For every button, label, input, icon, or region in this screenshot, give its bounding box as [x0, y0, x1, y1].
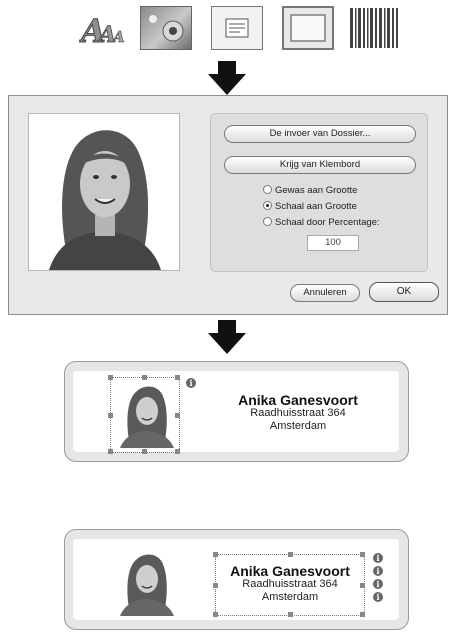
settings-icon[interactable]: i: [373, 592, 383, 602]
address-city: Amsterdam: [269, 420, 327, 432]
label-surface: i i i i Anika Ganesvoort Raadhuisstraat …: [73, 539, 399, 620]
document-tool-icon[interactable]: [211, 6, 263, 50]
radio-label: Schaal aan Grootte: [275, 201, 357, 212]
radio-button-icon: [263, 184, 272, 194]
address-text[interactable]: Anika Ganesvoort Raadhuisstraat 364 Amst…: [215, 563, 365, 604]
addressee-name: Anika Ganesvoort: [230, 563, 350, 579]
addressee-name: Anika Ganesvoort: [238, 392, 358, 408]
image-tool-icon[interactable]: [140, 6, 192, 50]
ok-button[interactable]: OK: [369, 282, 439, 302]
resize-handle[interactable]: [175, 449, 180, 454]
label-surface: i Anika Ganesvoort Raadhuisstraat 364 Am…: [73, 371, 399, 454]
radio-button-icon: [263, 216, 272, 226]
svg-text:A: A: [111, 28, 125, 46]
resize-handle[interactable]: [142, 375, 147, 380]
resize-handle[interactable]: [360, 612, 365, 617]
portrait-image[interactable]: [116, 550, 176, 616]
address-street: Raadhuisstraat 364: [242, 578, 338, 590]
resize-handle[interactable]: [288, 612, 293, 617]
resize-handle[interactable]: [108, 449, 113, 454]
cancel-button[interactable]: Annuleren: [290, 284, 360, 302]
photo-preview: [28, 113, 180, 271]
import-file-button[interactable]: De invoer van Dossier...: [224, 125, 416, 143]
barcode-tool-icon[interactable]: [348, 6, 400, 50]
resize-handle[interactable]: [175, 413, 180, 418]
percentage-input[interactable]: 100: [307, 235, 359, 251]
address-city: Amsterdam: [261, 591, 319, 603]
resize-handle[interactable]: [213, 612, 218, 617]
info-icon[interactable]: i: [373, 553, 383, 563]
address-text[interactable]: Anika Ganesvoort Raadhuisstraat 364 Amst…: [223, 392, 373, 433]
resize-handle[interactable]: [288, 552, 293, 557]
resize-handle[interactable]: [142, 449, 147, 454]
label-preview-photo-selected: i Anika Ganesvoort Raadhuisstraat 364 Am…: [64, 361, 409, 462]
resize-handle[interactable]: [108, 375, 113, 380]
image-import-dialog: De invoer van Dossier... Krijg van Klemb…: [8, 95, 448, 315]
text-tool-icon[interactable]: A A A: [78, 6, 131, 51]
edit-icon[interactable]: i: [373, 579, 383, 589]
tool-icon-row: A A A: [0, 6, 455, 52]
radio-scale-by-percentage[interactable]: Schaal door Percentage:: [263, 216, 380, 231]
radio-button-selected-icon: [263, 200, 272, 210]
resize-handle[interactable]: [175, 375, 180, 380]
radio-crop-to-size[interactable]: Gewas aan Grootte: [263, 184, 358, 199]
clipboard-button[interactable]: Krijg van Klembord: [224, 156, 416, 174]
radio-scale-to-size[interactable]: Schaal aan Grootte: [263, 200, 357, 215]
resize-handle[interactable]: [360, 552, 365, 557]
resize-handle[interactable]: [213, 552, 218, 557]
resize-handle[interactable]: [108, 413, 113, 418]
selection-frame[interactable]: [108, 375, 180, 454]
radio-label: Gewas aan Grootte: [275, 185, 358, 196]
format-icon[interactable]: i: [373, 566, 383, 576]
label-preview-text-selected: i i i i Anika Ganesvoort Raadhuisstraat …: [64, 529, 409, 630]
address-street: Raadhuisstraat 364: [250, 407, 346, 419]
radio-label: Schaal door Percentage:: [275, 217, 380, 228]
info-icon[interactable]: i: [186, 378, 196, 388]
import-options-group: De invoer van Dossier... Krijg van Klemb…: [210, 113, 428, 272]
frame-tool-icon[interactable]: [282, 6, 334, 50]
